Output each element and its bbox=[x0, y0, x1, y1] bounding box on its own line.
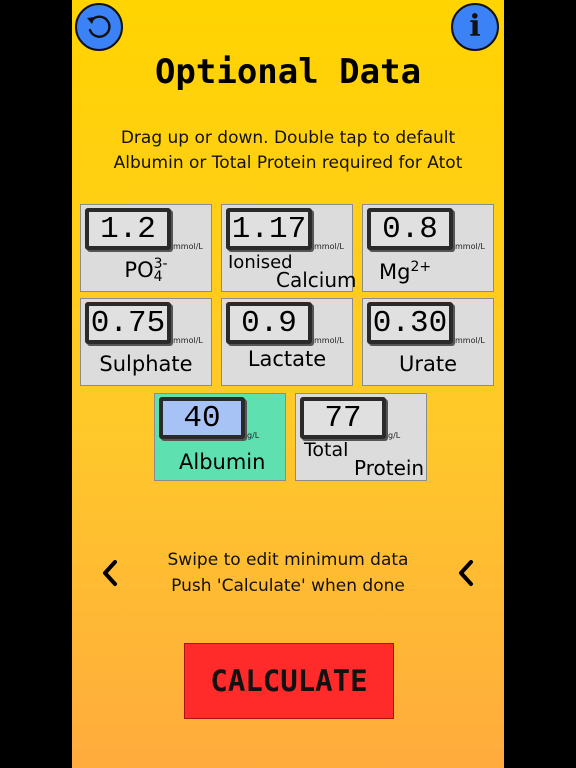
magnesium-value[interactable]: 0.8 bbox=[367, 208, 453, 250]
chevron-left-icon[interactable] bbox=[456, 558, 476, 588]
total-protein-unit: g/L bbox=[388, 431, 401, 440]
urate-label: Urate bbox=[398, 352, 458, 376]
total-protein-value[interactable]: 77 bbox=[300, 397, 386, 439]
info-button[interactable]: i bbox=[451, 3, 499, 51]
urate-value[interactable]: 0.30 bbox=[367, 302, 453, 344]
page-title: Optional Data bbox=[154, 52, 422, 92]
info-icon: i bbox=[469, 9, 481, 44]
albumin-field[interactable]: 40 g/L Albumin bbox=[154, 393, 286, 481]
phosphate-label: PO 3- 4 bbox=[124, 256, 168, 285]
lactate-field[interactable]: 0.9 mmol/L Lactate bbox=[221, 298, 353, 386]
lactate-value[interactable]: 0.9 bbox=[226, 302, 312, 344]
urate-field[interactable]: 0.30 mmol/L Urate bbox=[362, 298, 494, 386]
magnesium-label: Mg2+ bbox=[379, 259, 432, 284]
swipe-hint-line: Swipe to edit minimum data bbox=[167, 550, 409, 570]
magnesium-field[interactable]: 0.8 mmol/L Mg2+ bbox=[362, 204, 494, 292]
instruction-line: Albumin or Total Protein required for At… bbox=[113, 153, 463, 173]
albumin-label: Albumin bbox=[179, 450, 266, 474]
calculate-button[interactable]: CALCULATE bbox=[184, 643, 394, 719]
lactate-unit: mmol/L bbox=[314, 336, 344, 345]
refresh-icon bbox=[87, 15, 111, 38]
phosphate-field[interactable]: 1.2 mmol/L PO 3- 4 bbox=[80, 204, 212, 292]
lactate-label: Lactate bbox=[247, 347, 327, 371]
sulphate-label: Sulphate bbox=[99, 352, 193, 376]
total-protein-label-2: Protein bbox=[354, 456, 425, 480]
albumin-unit: g/L bbox=[247, 431, 260, 440]
total-protein-label-1: Total bbox=[304, 439, 349, 461]
phosphate-unit: mmol/L bbox=[173, 242, 203, 251]
swipe-hint-line: Push 'Calculate' when done bbox=[171, 576, 405, 596]
total-protein-field[interactable]: 77 g/L Total Protein bbox=[295, 393, 427, 481]
urate-unit: mmol/L bbox=[455, 336, 485, 345]
instructions: Drag up or down. Double tap to default A… bbox=[72, 126, 504, 176]
swipe-hint: Swipe to edit minimum data Push 'Calcula… bbox=[116, 547, 460, 599]
ionised-calcium-field[interactable]: 1.17 mmol/L Ionised Calcium bbox=[221, 204, 357, 292]
ionised-calcium-value[interactable]: 1.17 bbox=[226, 208, 312, 250]
ionised-calcium-unit: mmol/L bbox=[314, 242, 344, 251]
optional-data-panel: i Optional Data Drag up or down. Double … bbox=[72, 0, 504, 768]
instruction-line: Drag up or down. Double tap to default bbox=[120, 128, 456, 148]
sulphate-unit: mmol/L bbox=[173, 336, 203, 345]
sulphate-field[interactable]: 0.75 mmol/L Sulphate bbox=[80, 298, 212, 386]
albumin-value[interactable]: 40 bbox=[159, 397, 245, 439]
reset-button[interactable] bbox=[75, 3, 123, 51]
magnesium-unit: mmol/L bbox=[455, 242, 485, 251]
phosphate-value[interactable]: 1.2 bbox=[85, 208, 171, 250]
ionised-calcium-label-2: Calcium bbox=[276, 268, 357, 292]
sulphate-value[interactable]: 0.75 bbox=[85, 302, 171, 344]
